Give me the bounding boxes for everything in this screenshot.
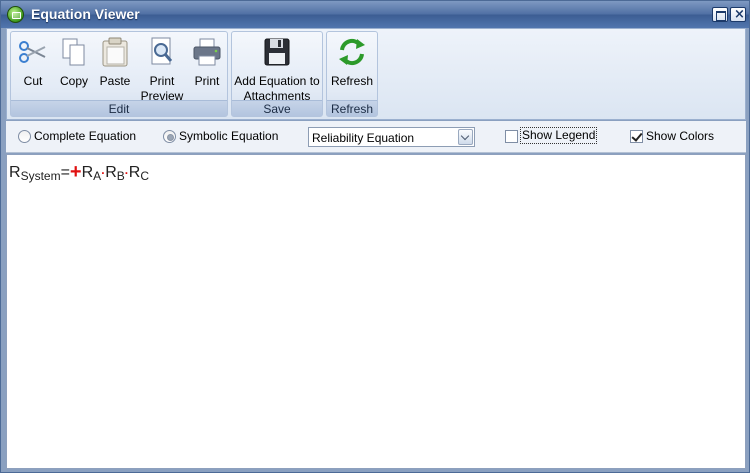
show-colors-checkbox[interactable] <box>630 130 643 143</box>
equation-options-bar: Complete Equation Symbolic Equation Reli… <box>6 121 746 153</box>
close-button[interactable]: × <box>730 7 746 22</box>
window-title: Equation Viewer <box>31 6 140 22</box>
refresh-button[interactable]: Refresh <box>328 34 376 102</box>
equation-type-select[interactable]: Reliability Equation <box>308 127 475 147</box>
symbolic-equation-label[interactable]: Symbolic Equation <box>179 129 278 143</box>
copy-button[interactable]: Copy <box>55 34 93 102</box>
equation-type-value: Reliability Equation <box>312 131 415 145</box>
equation-term-a-subscript: A <box>93 169 102 183</box>
copy-label: Copy <box>59 74 88 88</box>
cut-label: Cut <box>23 74 43 88</box>
ribbon-group-refresh: Refresh Refresh <box>326 31 378 117</box>
equation-lhs: R <box>9 164 21 181</box>
ribbon-group-edit: Cut Copy Paste Print Preview Print Edit <box>10 31 228 117</box>
close-icon: × <box>734 7 745 22</box>
equation-term-a: R <box>81 164 94 181</box>
ribbon-group-refresh-label: Refresh <box>327 100 377 116</box>
show-legend-label[interactable]: Show Legend <box>520 127 598 144</box>
show-legend-checkbox[interactable] <box>505 130 518 143</box>
ribbon-group-save-label: Save <box>232 100 322 116</box>
floppy-disk-icon <box>264 38 290 66</box>
equation-parallel-operator: + <box>69 161 82 183</box>
print-label: Print <box>194 74 220 88</box>
equation-term-c-subscript: C <box>140 169 149 183</box>
equation-term-c: R <box>128 164 141 181</box>
paste-label: Paste <box>99 74 131 88</box>
equation-equals: = <box>60 164 70 181</box>
reliability-equation: RSystem=+RA·RB·RC <box>9 161 149 184</box>
copy-icon <box>62 38 85 66</box>
equation-display-area[interactable]: RSystem=+RA·RB·RC <box>6 154 746 469</box>
equation-viewer-window: Equation Viewer × Cut Copy Paste Print P… <box>0 0 750 473</box>
add-equation-to-attachments-button[interactable]: Add Equation to Attachments <box>234 34 320 103</box>
equation-term-b-subscript: B <box>116 169 125 183</box>
chevron-down-icon[interactable] <box>458 129 473 145</box>
complete-equation-radio[interactable] <box>18 130 31 143</box>
symbolic-equation-radio[interactable] <box>163 130 176 143</box>
refresh-label: Refresh <box>330 74 374 88</box>
print-preview-button[interactable]: Print Preview <box>137 34 187 103</box>
print-preview-icon <box>151 37 173 65</box>
ribbon-group-save: Add Equation to Attachments Save <box>231 31 323 117</box>
print-button[interactable]: Print <box>189 34 225 102</box>
refresh-icon <box>339 38 365 66</box>
ribbon-group-edit-label: Edit <box>11 100 227 116</box>
maximize-button[interactable] <box>712 7 728 22</box>
show-colors-label[interactable]: Show Colors <box>646 129 714 143</box>
title-bar[interactable]: Equation Viewer × <box>1 1 749 28</box>
scissors-icon <box>19 41 46 63</box>
paste-button[interactable]: Paste <box>95 34 135 102</box>
printer-icon <box>193 38 221 66</box>
ribbon-toolbar: Cut Copy Paste Print Preview Print Edit … <box>6 28 746 120</box>
equation-lhs-subscript: System <box>20 169 61 183</box>
cut-button[interactable]: Cut <box>14 34 52 102</box>
paste-icon <box>102 37 128 67</box>
equation-term-b: R <box>105 164 117 181</box>
app-icon <box>7 6 24 23</box>
complete-equation-label[interactable]: Complete Equation <box>34 129 136 143</box>
